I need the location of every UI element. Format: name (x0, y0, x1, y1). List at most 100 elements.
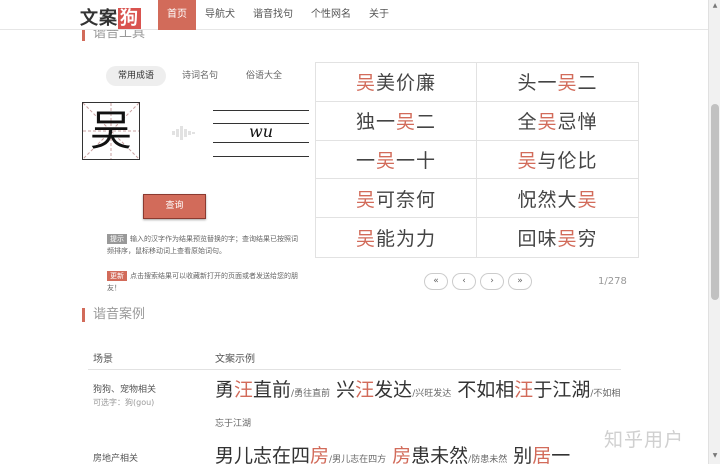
page-next-button[interactable]: › (480, 273, 504, 290)
sound-wave-icon[interactable] (172, 124, 200, 145)
idiom-highlight: 吴 (557, 72, 578, 95)
header-scene: 场景 (93, 354, 113, 365)
idiom-highlight: 吴 (537, 111, 558, 134)
top-navbar: 文案狗 首页 导航犬 谐音找句 个性网名 关于 (0, 0, 708, 30)
example-highlight: 房 (310, 445, 330, 464)
pinyin-value: wu (249, 122, 273, 141)
example-text: 不如相 (457, 379, 515, 401)
idiom-cell[interactable]: 回味吴穷 (477, 218, 638, 257)
tip-update: 更新 点击搜索结果可以收藏新打开的页面或者发送给您的朋友！ (107, 270, 299, 294)
idiom-cell[interactable]: 怳然大吴 (477, 179, 638, 219)
watermark-text: 知乎用户 (604, 429, 685, 451)
example-original: /防患未然 (468, 455, 508, 464)
pinyin-line (213, 156, 309, 157)
idiom-text: 一十 (396, 149, 437, 172)
tip-hint: 提示 输入的汉字作为结果预览替换的字；查询结果已按照词频排序，鼠标移动词上查看原始… (107, 233, 299, 257)
idiom-highlight: 吴 (577, 188, 598, 211)
idiom-highlight: 吴 (355, 228, 376, 251)
idiom-highlight: 吴 (517, 149, 538, 172)
case-sub: 可选字：狗(gou) (93, 398, 155, 407)
main-nav: 首页 导航犬 谐音找句 个性网名 关于 (158, 0, 398, 30)
scroll-thumb[interactable] (711, 104, 719, 300)
idiom-cell[interactable]: 独一吴二 (316, 101, 477, 141)
pinyin-line (213, 110, 309, 111)
nav-home[interactable]: 首页 (158, 0, 196, 30)
page-count: 1/278 (598, 276, 627, 287)
category-tabs: 常用成语 诗词名句 俗语大全 (106, 66, 298, 86)
example-text: 于江湖 (533, 379, 591, 401)
page-scrollbar[interactable]: ▲ ▼ (708, 0, 720, 464)
idiom-highlight: 吴 (355, 188, 376, 211)
page-last-button[interactable]: » (508, 273, 532, 290)
pagination: « ‹ › » (424, 273, 536, 290)
nav-about[interactable]: 关于 (360, 0, 398, 30)
query-button[interactable]: 查询 (143, 194, 206, 219)
example-original: /兴旺发达 (412, 389, 452, 399)
scroll-down-icon[interactable]: ▼ (711, 452, 719, 462)
idiom-text: 美价廉 (376, 72, 437, 95)
idiom-cell[interactable]: 头一吴二 (477, 63, 638, 102)
tab-poetry[interactable]: 诗词名句 (170, 66, 230, 86)
idiom-text: 头一 (517, 72, 558, 95)
pinyin-line (213, 142, 309, 143)
idiom-text: 能为力 (376, 228, 437, 251)
example-highlight: 汪 (355, 379, 375, 401)
idiom-cell[interactable]: 吴能为力 (316, 218, 477, 257)
idiom-text: 可奈何 (376, 188, 437, 211)
idiom-cell[interactable]: 吴可奈何 (316, 179, 477, 219)
idiom-cell[interactable]: 吴与伦比 (477, 141, 638, 180)
example-highlight: 房 (392, 445, 412, 464)
idiom-text: 忌惮 (557, 111, 598, 134)
case-scene: 房地产相关 (93, 454, 139, 464)
update-badge: 更新 (107, 271, 127, 281)
tip-text: 输入的汉字作为结果预览替换的字；查询结果已按照词频排序，鼠标移动词上查看原始词句… (107, 235, 298, 255)
idiom-text: 穷 (577, 228, 598, 251)
example-original: /男儿志在四方 (329, 455, 387, 464)
site-logo[interactable]: 文案狗 (80, 4, 141, 30)
nav-nickname[interactable]: 个性网名 (302, 0, 360, 30)
idiom-highlight: 吴 (557, 228, 578, 251)
case-scene: 狗狗、宠物相关 (93, 385, 157, 395)
table-divider (88, 369, 621, 370)
page-prev-button[interactable]: ‹ (452, 273, 476, 290)
character-input-box[interactable]: 吴 (82, 102, 140, 160)
idiom-highlight: 吴 (355, 72, 376, 95)
idiom-results-grid: 吴美价廉 头一吴二独一吴二全吴忌惮一吴一十吴与伦比吴可奈何 怳然大吴吴能为力 回味吴穷 (315, 62, 639, 258)
idiom-cell[interactable]: 一吴一十 (316, 140, 477, 180)
pinyin-display: wu (213, 110, 309, 158)
nav-guide[interactable]: 导航犬 (196, 0, 244, 30)
section-title-cases: 谐音案例 (82, 308, 145, 322)
idiom-text: 回味 (517, 228, 558, 251)
nav-homophone-search[interactable]: 谐音找句 (244, 0, 302, 30)
idiom-text: 二 (577, 72, 598, 95)
example-text: 直前 (253, 379, 292, 401)
idiom-text: 全 (517, 111, 538, 134)
example-text: 一 (551, 445, 571, 464)
update-text: 点击搜索结果可以收藏新打开的页面或者发送给您的朋友！ (107, 272, 298, 292)
example-original: /勇往直前 (291, 389, 331, 399)
tab-proverbs[interactable]: 俗语大全 (234, 66, 294, 86)
example-highlight: 居 (532, 445, 552, 464)
example-text: 别 (513, 445, 533, 464)
idiom-text: 独一 (355, 111, 396, 134)
tab-common-idioms[interactable]: 常用成语 (106, 66, 167, 86)
idiom-text: 与伦比 (537, 149, 598, 172)
header-example: 文案示例 (215, 354, 255, 365)
example-highlight: 汪 (234, 379, 254, 401)
example-text: 兴 (336, 379, 356, 401)
idiom-cell[interactable]: 全吴忌惮 (477, 102, 638, 141)
example-text: 发达 (374, 379, 413, 401)
character-value: 吴 (89, 106, 132, 155)
idiom-highlight: 吴 (375, 149, 396, 172)
logo-accent: 狗 (118, 8, 141, 29)
idiom-cell[interactable]: 吴美价廉 (316, 63, 477, 102)
idiom-highlight: 吴 (395, 111, 416, 134)
example-text: 勇 (215, 379, 235, 401)
example-text: 男儿志在四 (215, 445, 311, 464)
page-first-button[interactable]: « (424, 273, 448, 290)
idiom-text: 怳然大 (517, 188, 578, 211)
scroll-up-icon[interactable]: ▲ (711, 2, 719, 12)
logo-text: 文案 (80, 8, 118, 29)
example-highlight: 汪 (514, 379, 534, 401)
case-examples: 男儿志在四房/男儿志在四方 房患未然/防患未然 别居一 (215, 443, 625, 464)
